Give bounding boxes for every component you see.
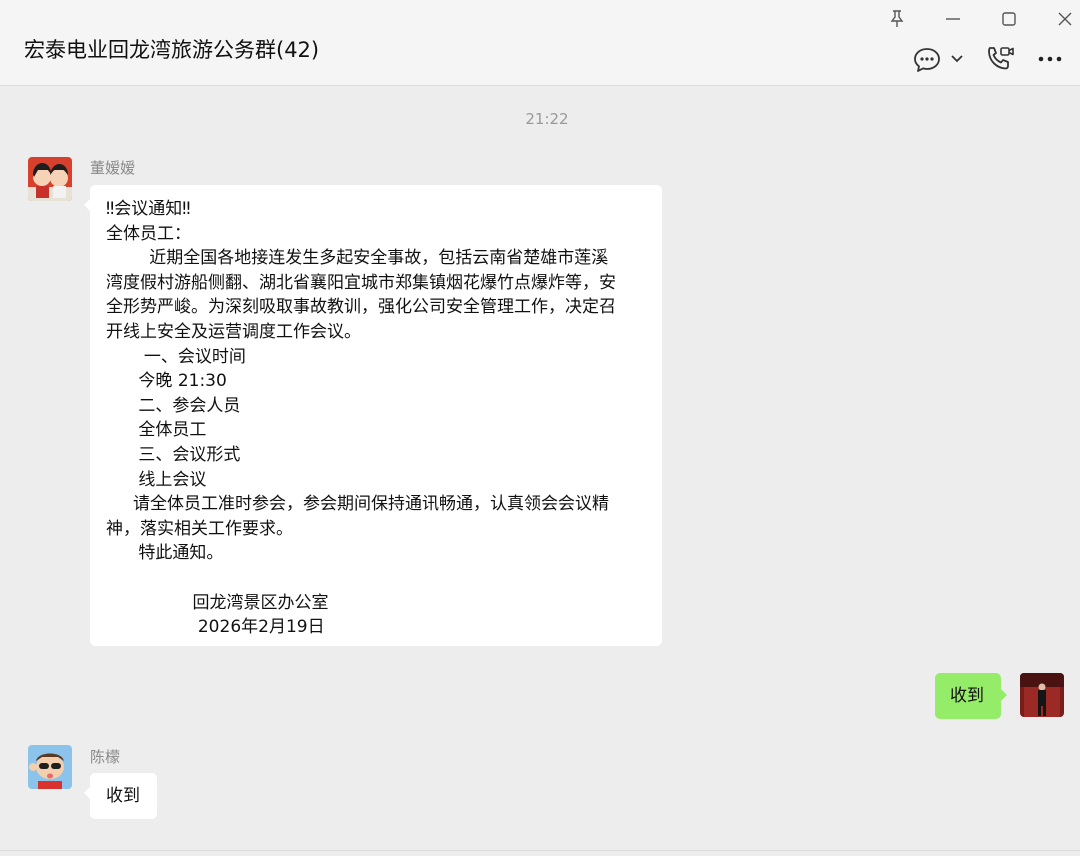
minimize-icon[interactable] <box>942 8 964 30</box>
message-line: 开线上安全及运营调度工作会议。 <box>106 321 361 342</box>
message-line: 三、会议形式 <box>106 444 241 465</box>
message-line: 全体员工： <box>106 223 191 244</box>
message-text: 收到 <box>106 786 140 806</box>
group-title: 宏泰电业回龙湾旅游公务群(42) <box>24 38 320 62</box>
chat-bubble-icon[interactable] <box>912 46 942 74</box>
chevron-down-icon[interactable] <box>950 52 964 66</box>
message-bubble[interactable]: 收到 <box>84 773 157 819</box>
message-line: 2026年2月19日 <box>106 617 325 638</box>
message-line: 全形势严峻。为深刻吸取事故教训，强化公司安全管理工作，决定召 <box>106 297 616 318</box>
close-icon[interactable] <box>1054 8 1076 30</box>
message-line: 特此通知。 <box>106 543 224 564</box>
message-line: 回龙湾景区办公室 <box>106 592 329 613</box>
message-line: 二、参会人员 <box>106 395 241 416</box>
message-line: 神，落实相关工作要求。 <box>106 518 293 539</box>
message-line: 今晚 21:30 <box>106 371 227 392</box>
pin-icon[interactable] <box>886 8 908 30</box>
message-line <box>106 566 646 591</box>
avatar[interactable] <box>28 157 72 201</box>
message-line: 全体员工 <box>106 420 207 441</box>
sender-name: 陈檬 <box>90 748 121 766</box>
chat-header: 宏泰电业回龙湾旅游公务群(42) <box>0 0 1080 86</box>
input-divider <box>0 850 1080 851</box>
message-line: 一、会议时间 <box>106 346 246 367</box>
message-text: ‼会议通知‼ 全体员工： 近期全国各地接连发生多起安全事故，包括云南省楚雄市莲溪湾… <box>106 197 646 640</box>
self-avatar[interactable] <box>1020 673 1064 717</box>
message-line: 近期全国各地接连发生多起安全事故，包括云南省楚雄市莲溪 <box>106 248 609 269</box>
message-line: 湾度假村游船侧翻、湖北省襄阳宜城市郑集镇烟花爆竹点爆炸等，安 <box>106 272 616 293</box>
maximize-icon[interactable] <box>998 8 1020 30</box>
avatar[interactable] <box>28 745 72 789</box>
message-bubble-notice[interactable]: ‼会议通知‼ 全体员工： 近期全国各地接连发生多起安全事故，包括云南省楚雄市莲溪湾… <box>84 185 662 646</box>
phone-video-icon[interactable] <box>984 44 1016 74</box>
more-icon[interactable] <box>1036 50 1064 68</box>
message-list[interactable]: 21:22 董嫒嫒 ‼会议通知‼ 全体员工： 近期全国各地接连发生多起安全事故，包… <box>0 86 1080 850</box>
chat-window: 宏泰电业回龙湾旅游公务群(42) 21:22 董嫒嫒 ‼会议通知‼ 全体员工： … <box>0 0 1080 856</box>
timestamp: 21:22 <box>525 110 569 128</box>
self-message-bubble[interactable]: 收到 <box>935 673 1007 719</box>
message-line: ‼会议通知‼ <box>106 199 191 219</box>
message-text: 收到 <box>950 686 984 706</box>
sender-name: 董嫒嫒 <box>90 159 136 177</box>
message-line: 线上会议 <box>106 469 207 490</box>
message-line: 请全体员工准时参会，参会期间保持通讯畅通，认真领会会议精 <box>106 494 610 515</box>
